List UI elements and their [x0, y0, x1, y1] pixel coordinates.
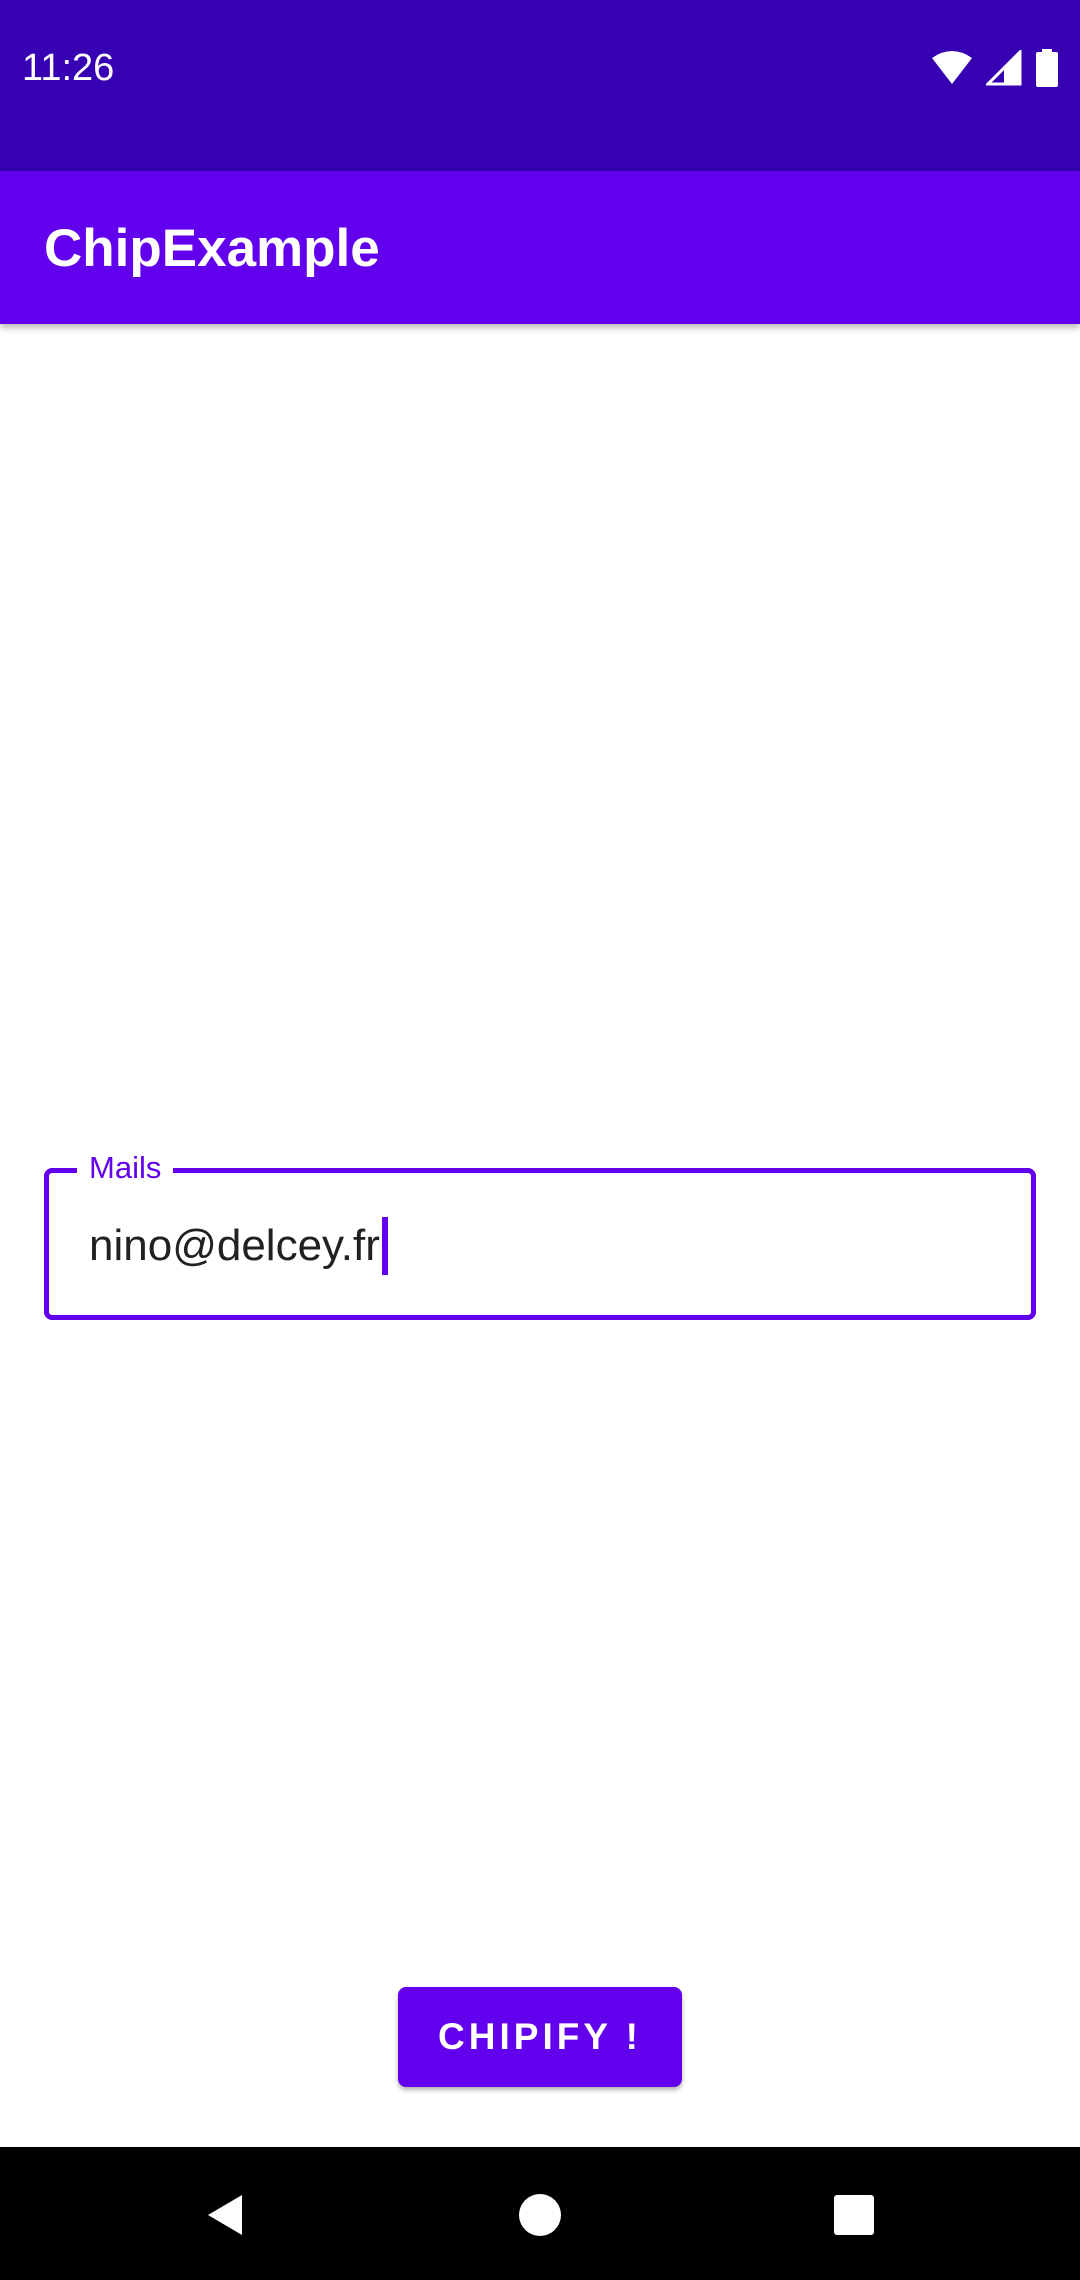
app-bar: ChipExample	[0, 171, 1080, 324]
mails-field-label: Mails	[77, 1146, 174, 1190]
mails-input-text: nino@delcey.fr	[89, 1221, 380, 1270]
recents-icon[interactable]	[826, 2187, 882, 2243]
status-bar: 11:26	[0, 0, 1080, 171]
home-icon[interactable]	[512, 2187, 568, 2243]
wifi-icon	[932, 51, 972, 84]
chipify-button[interactable]: CHIPIFY !	[398, 1987, 682, 2087]
navigation-bar	[0, 2147, 1080, 2280]
battery-icon	[1036, 49, 1058, 87]
back-icon[interactable]	[198, 2187, 254, 2243]
mails-field[interactable]: Mails nino@delcey.fr	[44, 1146, 1036, 1320]
status-icons	[932, 48, 1058, 88]
cellular-signal-icon	[986, 50, 1022, 86]
mails-input[interactable]: nino@delcey.fr	[89, 1217, 388, 1275]
text-cursor	[381, 1217, 388, 1275]
status-time: 11:26	[22, 47, 115, 89]
app-title: ChipExample	[44, 219, 380, 278]
